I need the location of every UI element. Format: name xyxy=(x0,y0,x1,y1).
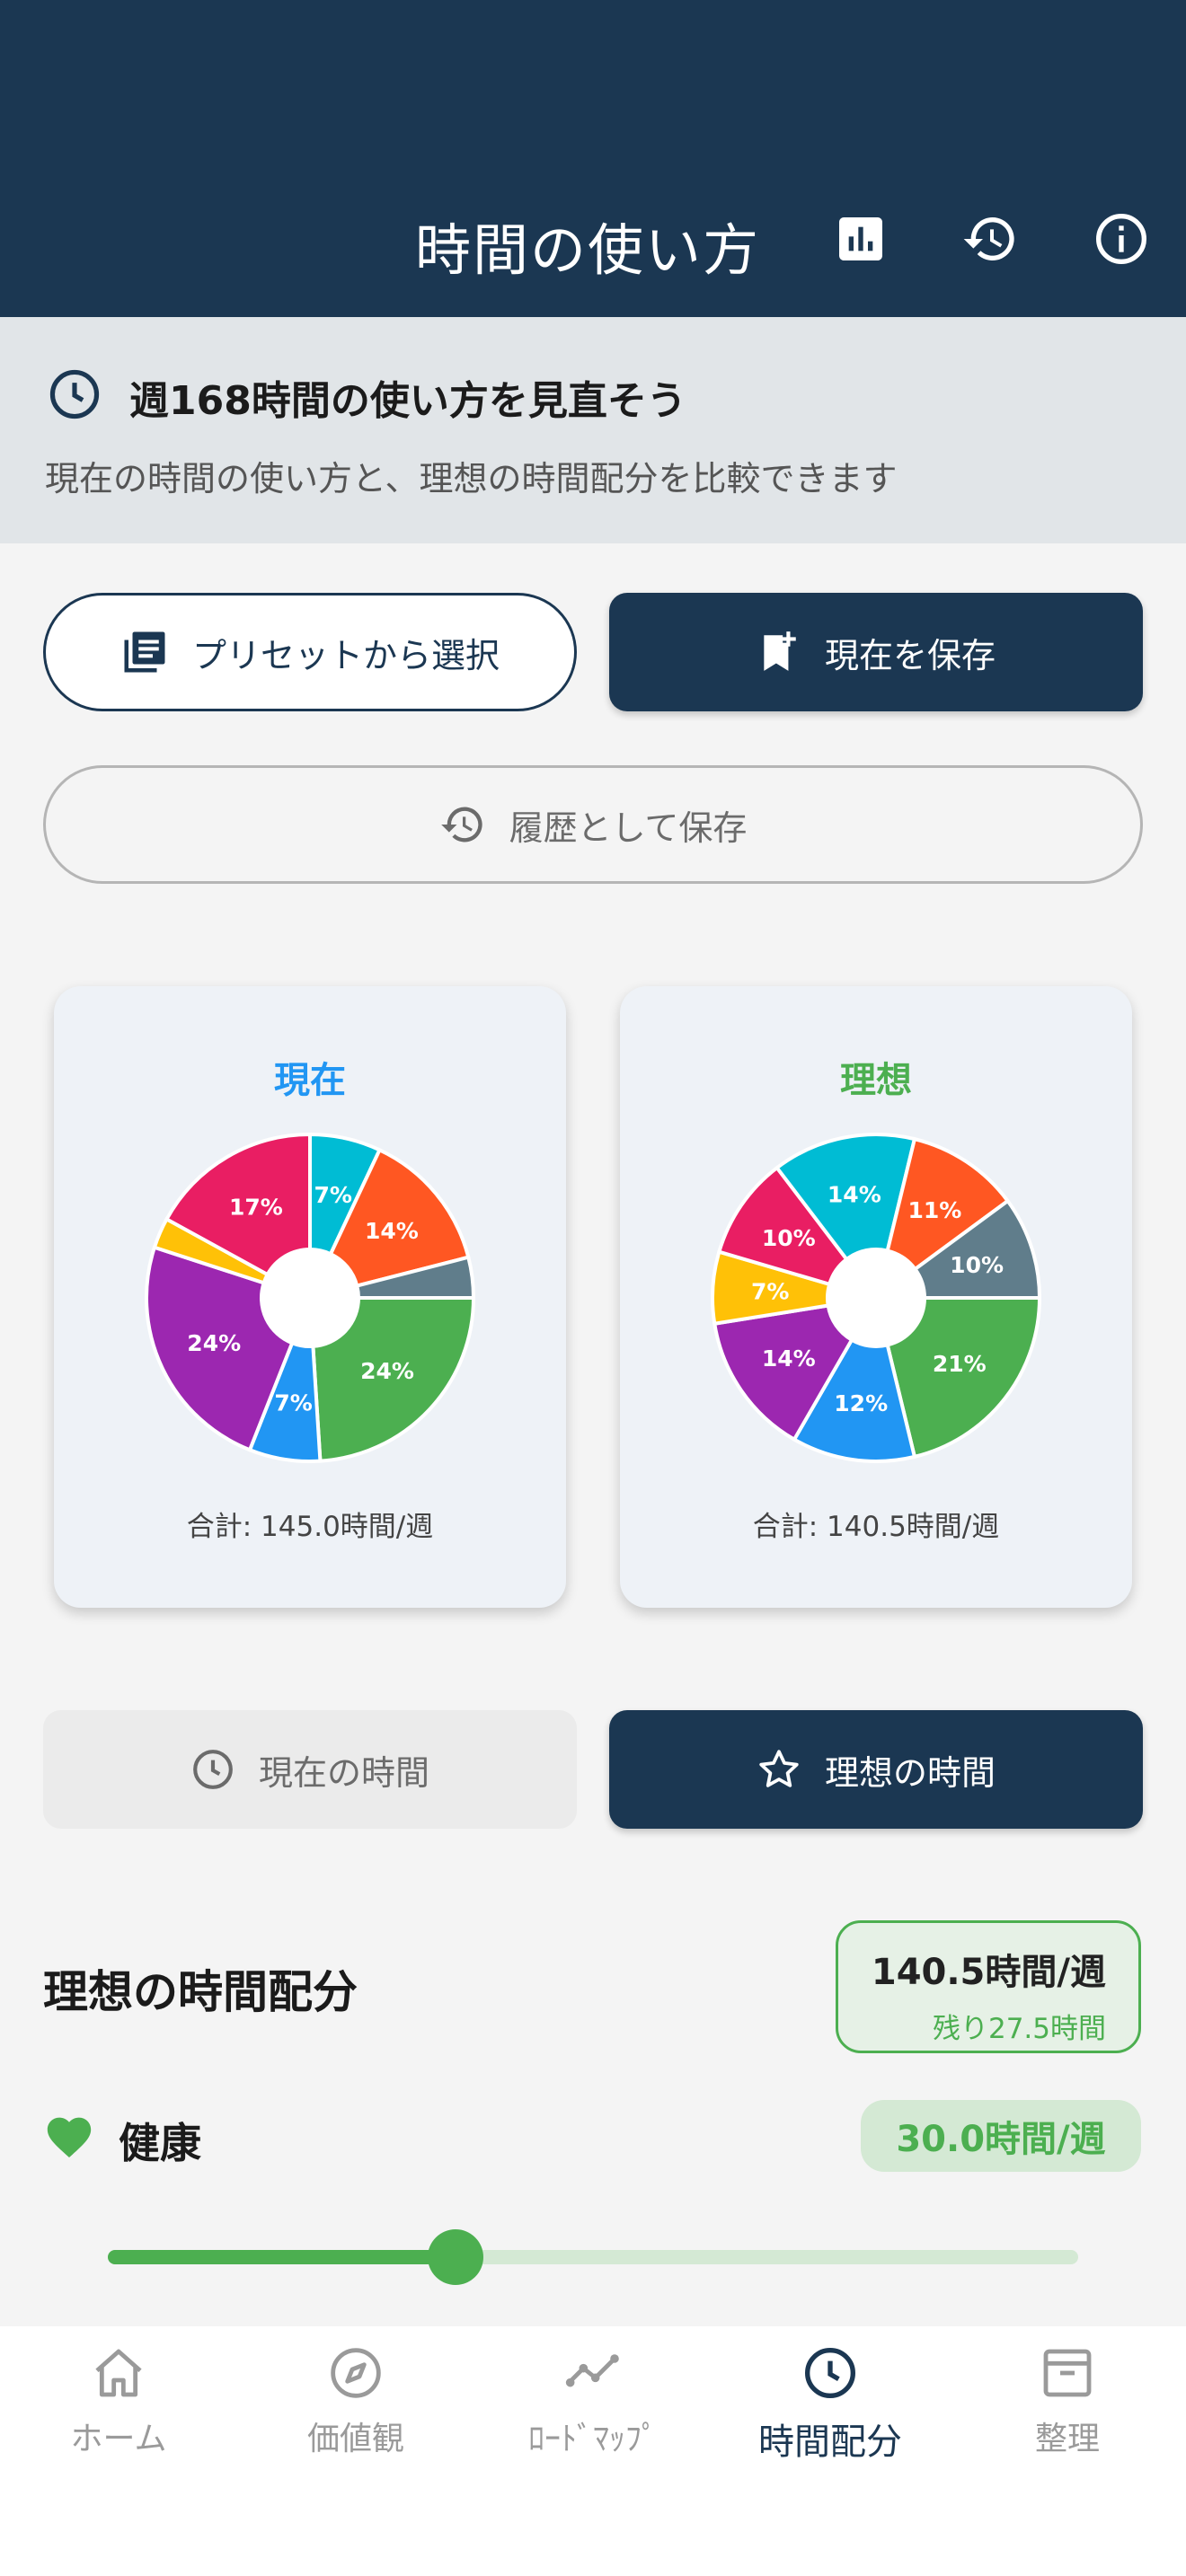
heart-icon xyxy=(47,2117,92,2158)
pie-slice-label: 24% xyxy=(360,1358,414,1384)
save-history-label: 履歴として保存 xyxy=(509,807,748,848)
category-slider-thumb[interactable] xyxy=(428,2229,483,2285)
pie-slice-label: 12% xyxy=(834,1390,888,1416)
clock-icon xyxy=(49,369,100,419)
archive-icon xyxy=(1043,2349,1092,2397)
category-slider-fill xyxy=(108,2250,458,2264)
clock-icon xyxy=(193,1750,233,1789)
roadmap-icon xyxy=(565,2354,619,2387)
pie-center-hole xyxy=(828,1249,925,1346)
save-current-label: 現在を保存 xyxy=(824,635,996,675)
history-icon xyxy=(440,807,482,842)
info-icon[interactable] xyxy=(1093,210,1150,268)
current-pie-chart: 24% 7% 24% 17% 7% 14% xyxy=(145,1132,476,1463)
nav-label-time-allocation: 時間配分 xyxy=(758,2422,902,2463)
ideal-time-tab[interactable]: 理想の時間 xyxy=(609,1710,1143,1829)
banner-subtitle: 現在の時間の使い方と、理想の時間配分を比較できます xyxy=(45,459,898,498)
compass-icon xyxy=(331,2348,381,2398)
nav-item-organize[interactable]: 整理 xyxy=(949,2344,1186,2479)
pie-slice-label: 7% xyxy=(274,1390,312,1416)
summary-remaining: 残り27.5時間 xyxy=(932,2013,1106,2045)
pie-slice-label: 21% xyxy=(933,1351,987,1377)
nav-item-roadmap[interactable]: ﾛｰﾄﾞﾏｯﾌﾟ xyxy=(474,2344,712,2479)
current-chart-title: 現在 xyxy=(274,1060,346,1101)
page-title: 時間の使い方 xyxy=(415,217,761,283)
allocation-title: 理想の時間配分 xyxy=(43,1966,358,2018)
banner-title: 週168時間の使い方を見直そう xyxy=(129,378,686,424)
pie-slice-label: 14% xyxy=(828,1182,881,1208)
allocation-summary: 140.5時間/週 残り27.5時間 xyxy=(836,1920,1141,2053)
current-chart-card: 現在 24% 7% 24% 17% 7% 14% 合計: 145.0時間/週 xyxy=(54,986,566,1608)
intro-banner xyxy=(0,317,1186,543)
library-icon xyxy=(124,631,165,673)
pie-center-hole xyxy=(261,1249,358,1346)
pie-slice-label: 17% xyxy=(229,1194,283,1220)
ideal-chart-card: 理想 21% 12% 14% 7% 10% 14% 11% 10% 合計: 140.5時間/週 xyxy=(620,986,1132,1608)
clock-icon xyxy=(805,2348,855,2398)
pie-slice-label: 24% xyxy=(187,1330,241,1356)
ideal-chart-title: 理想 xyxy=(840,1060,912,1101)
pie-slice-label: 7% xyxy=(314,1182,352,1208)
nav-item-values[interactable]: 価値観 xyxy=(237,2344,474,2479)
nav-item-time-allocation[interactable]: 時間配分 xyxy=(712,2344,949,2479)
pie-slice-label: 14% xyxy=(365,1218,419,1244)
preset-button-label: プリセットから選択 xyxy=(191,635,500,675)
pie-slice-label: 14% xyxy=(762,1345,816,1372)
nav-label-organize: 整理 xyxy=(1034,2421,1100,2457)
bar-chart-icon[interactable] xyxy=(832,210,890,268)
ideal-total: 合計: 140.5時間/週 xyxy=(752,1511,1000,1543)
pie-slice-label: 11% xyxy=(907,1197,961,1223)
save-history-button[interactable]: 履歴として保存 xyxy=(43,765,1143,884)
history-icon[interactable] xyxy=(961,210,1019,268)
current-time-tab[interactable]: 現在の時間 xyxy=(43,1710,577,1829)
category-name: 健康 xyxy=(119,2119,201,2167)
current-total: 合計: 145.0時間/週 xyxy=(186,1511,434,1543)
bookmark-add-icon xyxy=(764,631,796,671)
ideal-time-label: 理想の時間 xyxy=(824,1752,996,1793)
nav-item-home[interactable]: ホーム xyxy=(0,2344,237,2479)
pie-slice-label: 10% xyxy=(762,1225,816,1251)
nav-label-roadmap: ﾛｰﾄﾞﾏｯﾌﾟ xyxy=(528,2421,658,2457)
summary-total: 140.5時間/週 xyxy=(871,1952,1106,1993)
preset-button[interactable]: プリセットから選択 xyxy=(43,593,577,711)
ideal-pie-chart: 21% 12% 14% 7% 10% 14% 11% 10% xyxy=(711,1133,1042,1463)
star-icon xyxy=(759,1750,799,1787)
save-current-button[interactable]: 現在を保存 xyxy=(609,593,1143,711)
pie-slice-label: 7% xyxy=(751,1279,789,1305)
home-icon xyxy=(95,2349,142,2397)
category-hours: 30.0時間/週 xyxy=(861,2100,1141,2172)
pie-slice-label: 10% xyxy=(950,1252,1004,1278)
current-time-label: 現在の時間 xyxy=(258,1752,429,1793)
nav-label-home: ホーム xyxy=(70,2421,167,2457)
nav-label-values: 価値観 xyxy=(306,2421,404,2457)
